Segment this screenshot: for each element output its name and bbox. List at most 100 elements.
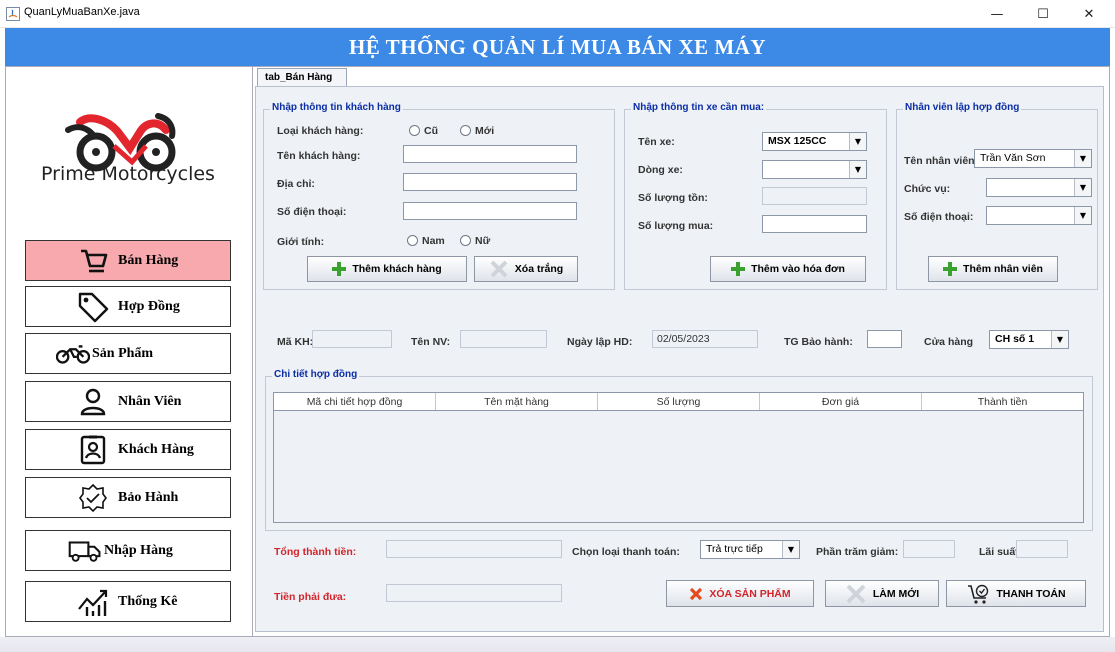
column-header[interactable]: Số lượng: [598, 393, 760, 410]
contract-date-label: Ngày lập HD:: [567, 336, 633, 348]
add-staff-button[interactable]: Thêm nhân viên: [928, 256, 1058, 282]
chevron-down-icon: ▼: [849, 161, 866, 178]
add-customer-button[interactable]: Thêm khách hàng: [307, 256, 467, 282]
add-to-invoice-button[interactable]: Thêm vào hóa đơn: [710, 256, 866, 282]
delete-product-button[interactable]: XÓA SẢN PHẨM: [666, 580, 814, 607]
truck-icon: [68, 536, 102, 566]
customer-id-field: [312, 330, 392, 348]
customer-type-new-radio[interactable]: [460, 125, 471, 136]
maximize-icon: ☐: [1037, 6, 1049, 22]
nav-label: Nhân Viên: [118, 393, 182, 409]
checkout-label: THANH TOÁN: [996, 587, 1066, 600]
customer-type-old-radio[interactable]: [409, 125, 420, 136]
total-field: [386, 540, 562, 558]
column-header[interactable]: Đơn giá: [760, 393, 922, 410]
window-bottom-edge: [0, 637, 1115, 652]
contract-date-value: 02/05/2023: [657, 333, 710, 345]
warranty-field[interactable]: [867, 330, 902, 348]
column-header[interactable]: Tên mặt hàng: [436, 393, 598, 410]
tag-icon: [76, 292, 110, 322]
minimize-button[interactable]: —: [974, 0, 1020, 28]
nav-nhan-vien[interactable]: Nhân Viên: [25, 381, 231, 422]
cart-icon: [76, 246, 110, 276]
banner-title: HỆ THỐNG QUẢN LÍ MUA BÁN XE MÁY: [348, 34, 767, 59]
vehicle-name-value: MSX 125CC: [768, 135, 827, 147]
amount-due-field: [386, 584, 562, 602]
java-app-icon: [6, 7, 20, 21]
chevron-down-icon: ▼: [782, 541, 799, 558]
staff-role-label: Chức vụ:: [904, 183, 951, 195]
nav-hop-dong[interactable]: Hợp Đồng: [25, 286, 231, 327]
nav-label: Hợp Đồng: [118, 298, 180, 314]
add-customer-label: Thêm khách hàng: [352, 263, 442, 275]
close-button[interactable]: ✕: [1066, 0, 1112, 28]
red-x-icon: [689, 587, 703, 601]
checkout-button[interactable]: THANH TOÁN: [946, 580, 1086, 607]
customer-address-field[interactable]: [403, 173, 577, 191]
nav-label: Bán Hàng: [118, 252, 179, 268]
staff-phone-label: Số điện thoại:: [904, 211, 974, 223]
nav-bao-hanh[interactable]: Bảo Hành: [25, 477, 231, 518]
interest-field: [1016, 540, 1068, 558]
contract-date-field: 02/05/2023: [652, 330, 758, 348]
warranty-label: TG Bảo hành:: [784, 336, 853, 348]
badge-check-icon: [76, 483, 110, 513]
clear-customer-button[interactable]: Xóa trắng: [474, 256, 578, 282]
vehicle-qty-label: Số lượng mua:: [638, 220, 714, 232]
refresh-label: LÀM MỚI: [872, 587, 920, 600]
customer-type-label: Loại khách hàng:: [277, 125, 364, 137]
chevron-down-icon: ▼: [849, 133, 866, 150]
amount-due-label: Tiền phải đưa:: [274, 591, 347, 603]
nav-ban-hang[interactable]: Bán Hàng: [25, 240, 231, 281]
nav-label: Khách Hàng: [118, 441, 194, 457]
chevron-down-icon: ▼: [1074, 179, 1091, 196]
store-label: Cửa hàng: [924, 336, 974, 348]
payment-method-select[interactable]: Trả trực tiếp ▼: [700, 540, 800, 559]
nav-label: Sản Phẩm: [92, 345, 154, 361]
staff-name-short-field: [460, 330, 547, 348]
nav-label: Thống Kê: [118, 593, 178, 609]
column-header[interactable]: Mã chi tiết hợp đồng: [274, 393, 436, 410]
chevron-down-icon: ▼: [1051, 331, 1068, 348]
window-titlebar: QuanLyMuaBanXe.java — ☐ ✕: [0, 0, 1115, 28]
motorbike-icon: [56, 339, 90, 369]
vehicle-line-select[interactable]: ▼: [762, 160, 867, 179]
customer-phone-field[interactable]: [403, 202, 577, 220]
total-label: Tổng thành tiền:: [274, 546, 357, 558]
vehicle-stock-label: Số lượng tồn:: [638, 192, 708, 204]
nav-nhap-hang[interactable]: Nhập Hàng: [25, 530, 231, 571]
brand-name: Prime Motorcycles: [41, 163, 215, 185]
chevron-down-icon: ▼: [1074, 150, 1091, 167]
vehicle-name-label: Tên xe:: [638, 136, 675, 148]
nav-label: Bảo Hành: [118, 489, 179, 505]
maximize-button[interactable]: ☐: [1020, 0, 1066, 28]
staff-phone-select[interactable]: ▼: [986, 206, 1092, 225]
payment-method-label: Chọn loại thanh toán:: [572, 546, 680, 558]
details-table[interactable]: Mã chi tiết hợp đồng Tên mặt hàng Số lượ…: [273, 392, 1084, 523]
nav-san-pham[interactable]: Sản Phẩm: [25, 333, 231, 374]
tab-ban-hang[interactable]: tab_Bán Hàng: [257, 68, 347, 87]
vehicle-name-select[interactable]: MSX 125CC ▼: [762, 132, 867, 151]
table-header: Mã chi tiết hợp đồng Tên mặt hàng Số lượ…: [274, 393, 1083, 411]
store-select[interactable]: CH số 1 ▼: [989, 330, 1069, 349]
staff-name-value: Trần Văn Sơn: [980, 152, 1046, 164]
staff-group-title: Nhân viên lập hợp đồng: [903, 102, 1022, 113]
clear-x-icon: [845, 583, 867, 605]
vehicle-qty-field[interactable]: [762, 215, 867, 233]
refresh-button[interactable]: LÀM MỚI: [825, 580, 939, 607]
payment-method-value: Trả trực tiếp: [706, 543, 763, 555]
customer-name-field[interactable]: [403, 145, 577, 163]
staff-name-label: Tên nhân viên:: [904, 155, 979, 167]
user-icon: [76, 387, 110, 417]
staff-role-select[interactable]: ▼: [986, 178, 1092, 197]
discount-label: Phần trăm giảm:: [816, 546, 899, 558]
column-header[interactable]: Thành tiền: [922, 393, 1083, 410]
gender-male-radio[interactable]: [407, 235, 418, 246]
vehicle-line-label: Dòng xe:: [638, 164, 683, 176]
nav-khach-hang[interactable]: Khách Hàng: [25, 429, 231, 470]
add-to-invoice-label: Thêm vào hóa đơn: [751, 263, 845, 275]
nav-thong-ke[interactable]: Thống Kê: [25, 581, 231, 622]
customer-gender-label: Giới tính:: [277, 236, 325, 248]
staff-name-select[interactable]: Trần Văn Sơn ▼: [974, 149, 1092, 168]
gender-female-radio[interactable]: [460, 235, 471, 246]
